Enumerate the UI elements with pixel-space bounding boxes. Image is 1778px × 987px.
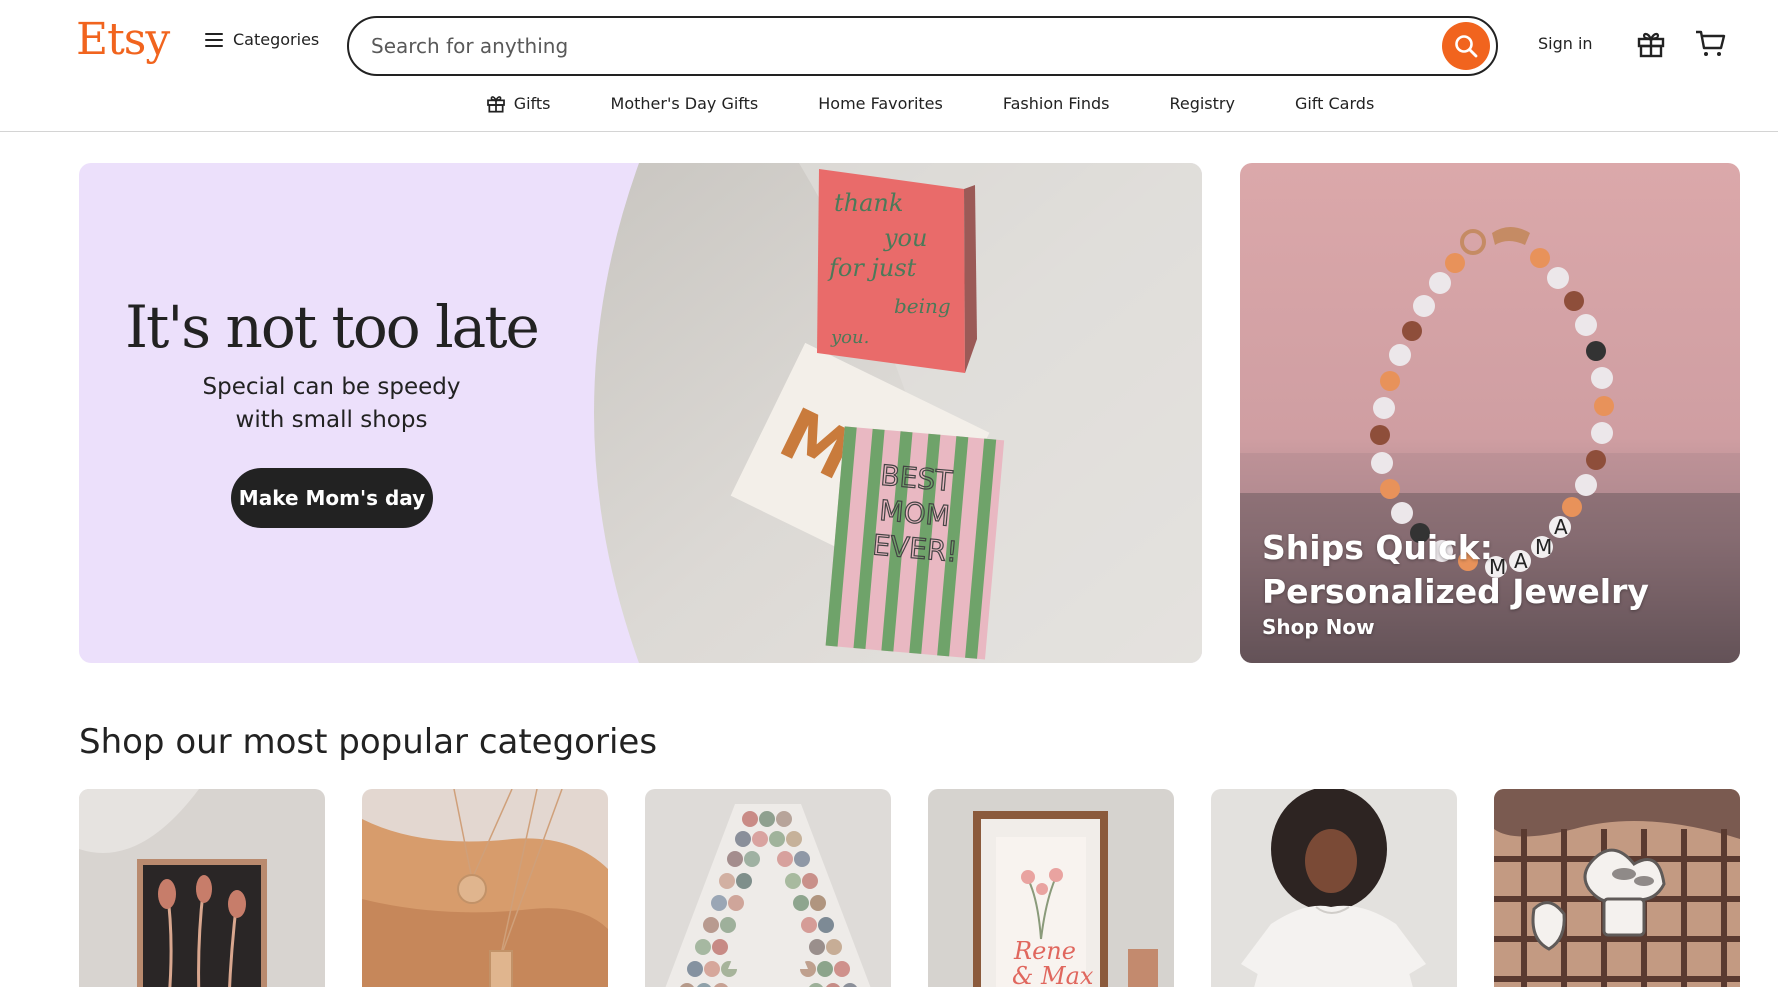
nav-gift-cards[interactable]: Gift Cards	[1295, 88, 1374, 118]
nav-fashion-finds[interactable]: Fashion Finds	[1003, 88, 1110, 118]
category-tile-jewelry[interactable]	[362, 789, 608, 987]
nav-gifts[interactable]: Gifts	[486, 88, 551, 118]
search-button[interactable]	[1442, 22, 1490, 70]
gift-icon	[486, 96, 505, 113]
sign-in-link[interactable]: Sign in	[1538, 34, 1593, 53]
categories-menu-button[interactable]: Categories	[205, 30, 319, 49]
thank-you-text-5: you.	[830, 327, 869, 348]
category-tile-prints[interactable]: Rene & Max	[928, 789, 1174, 987]
site-header: Etsy Categories Sign in	[0, 0, 1778, 132]
sticker-image	[1494, 789, 1740, 987]
hero-subtitle-line2: with small shops	[235, 407, 428, 433]
art-print-image	[79, 789, 325, 987]
nav-gifts-label: Gifts	[513, 93, 551, 113]
promo-title-line1: Ships Quick:	[1262, 528, 1493, 567]
hero-banner: MOM thank you for just being you.	[79, 163, 1202, 663]
category-tile-stickers[interactable]	[1494, 789, 1740, 987]
popular-categories-title: Shop our most popular categories	[79, 722, 658, 762]
thank-you-text-2: you	[883, 224, 927, 252]
category-tile-clothing[interactable]	[1211, 789, 1457, 987]
felt-letter-image	[645, 789, 891, 987]
gift-button[interactable]	[1636, 28, 1666, 58]
nav-registry[interactable]: Registry	[1169, 88, 1235, 118]
jewelry-promo-card[interactable]: M A M A Ships Quick: Personalized Jewelr…	[1240, 163, 1740, 663]
hero-title: It's not too late	[125, 293, 540, 361]
shop-now-link[interactable]: Shop Now	[1262, 615, 1375, 639]
best-mom-text-1: BEST	[879, 459, 954, 498]
etsy-logo[interactable]: Etsy	[76, 14, 170, 65]
hamburger-icon	[205, 32, 223, 47]
hero-subtitle-line1: Special can be speedy	[202, 374, 461, 400]
best-mom-text-2: MOM	[878, 494, 951, 533]
search-icon	[1455, 35, 1478, 58]
nav-home-favorites[interactable]: Home Favorites	[818, 88, 943, 118]
necklace-image	[362, 789, 608, 987]
print-text-line1: Rene	[1013, 937, 1076, 965]
search-input[interactable]	[349, 18, 1442, 74]
gift-icon	[1637, 32, 1665, 58]
thank-you-text-1: thank	[834, 189, 903, 217]
tshirt-model-image	[1211, 789, 1457, 987]
category-tile-art[interactable]	[79, 789, 325, 987]
make-moms-day-button[interactable]: Make Mom's day	[231, 468, 433, 528]
secondary-nav: Gifts Mother's Day Gifts Home Favorites …	[0, 88, 1778, 118]
categories-label: Categories	[233, 30, 320, 49]
category-tile-home-decor[interactable]	[645, 789, 891, 987]
promo-title: Ships Quick: Personalized Jewelry	[1262, 526, 1722, 614]
nav-mothers-day-gifts[interactable]: Mother's Day Gifts	[611, 88, 759, 118]
hero-subtitle: Special can be speedy with small shops	[79, 371, 584, 437]
print-text-line2: & Max	[1012, 962, 1094, 987]
promo-title-line2: Personalized Jewelry	[1262, 572, 1649, 611]
search-bar	[347, 16, 1498, 76]
category-row: Rene & Max	[79, 789, 1740, 987]
framed-print-image: Rene & Max	[928, 789, 1174, 987]
cart-icon	[1696, 30, 1726, 56]
thank-you-text-3: for just	[827, 254, 917, 282]
thank-you-text-4: being	[894, 294, 951, 318]
cart-button[interactable]	[1694, 28, 1726, 58]
